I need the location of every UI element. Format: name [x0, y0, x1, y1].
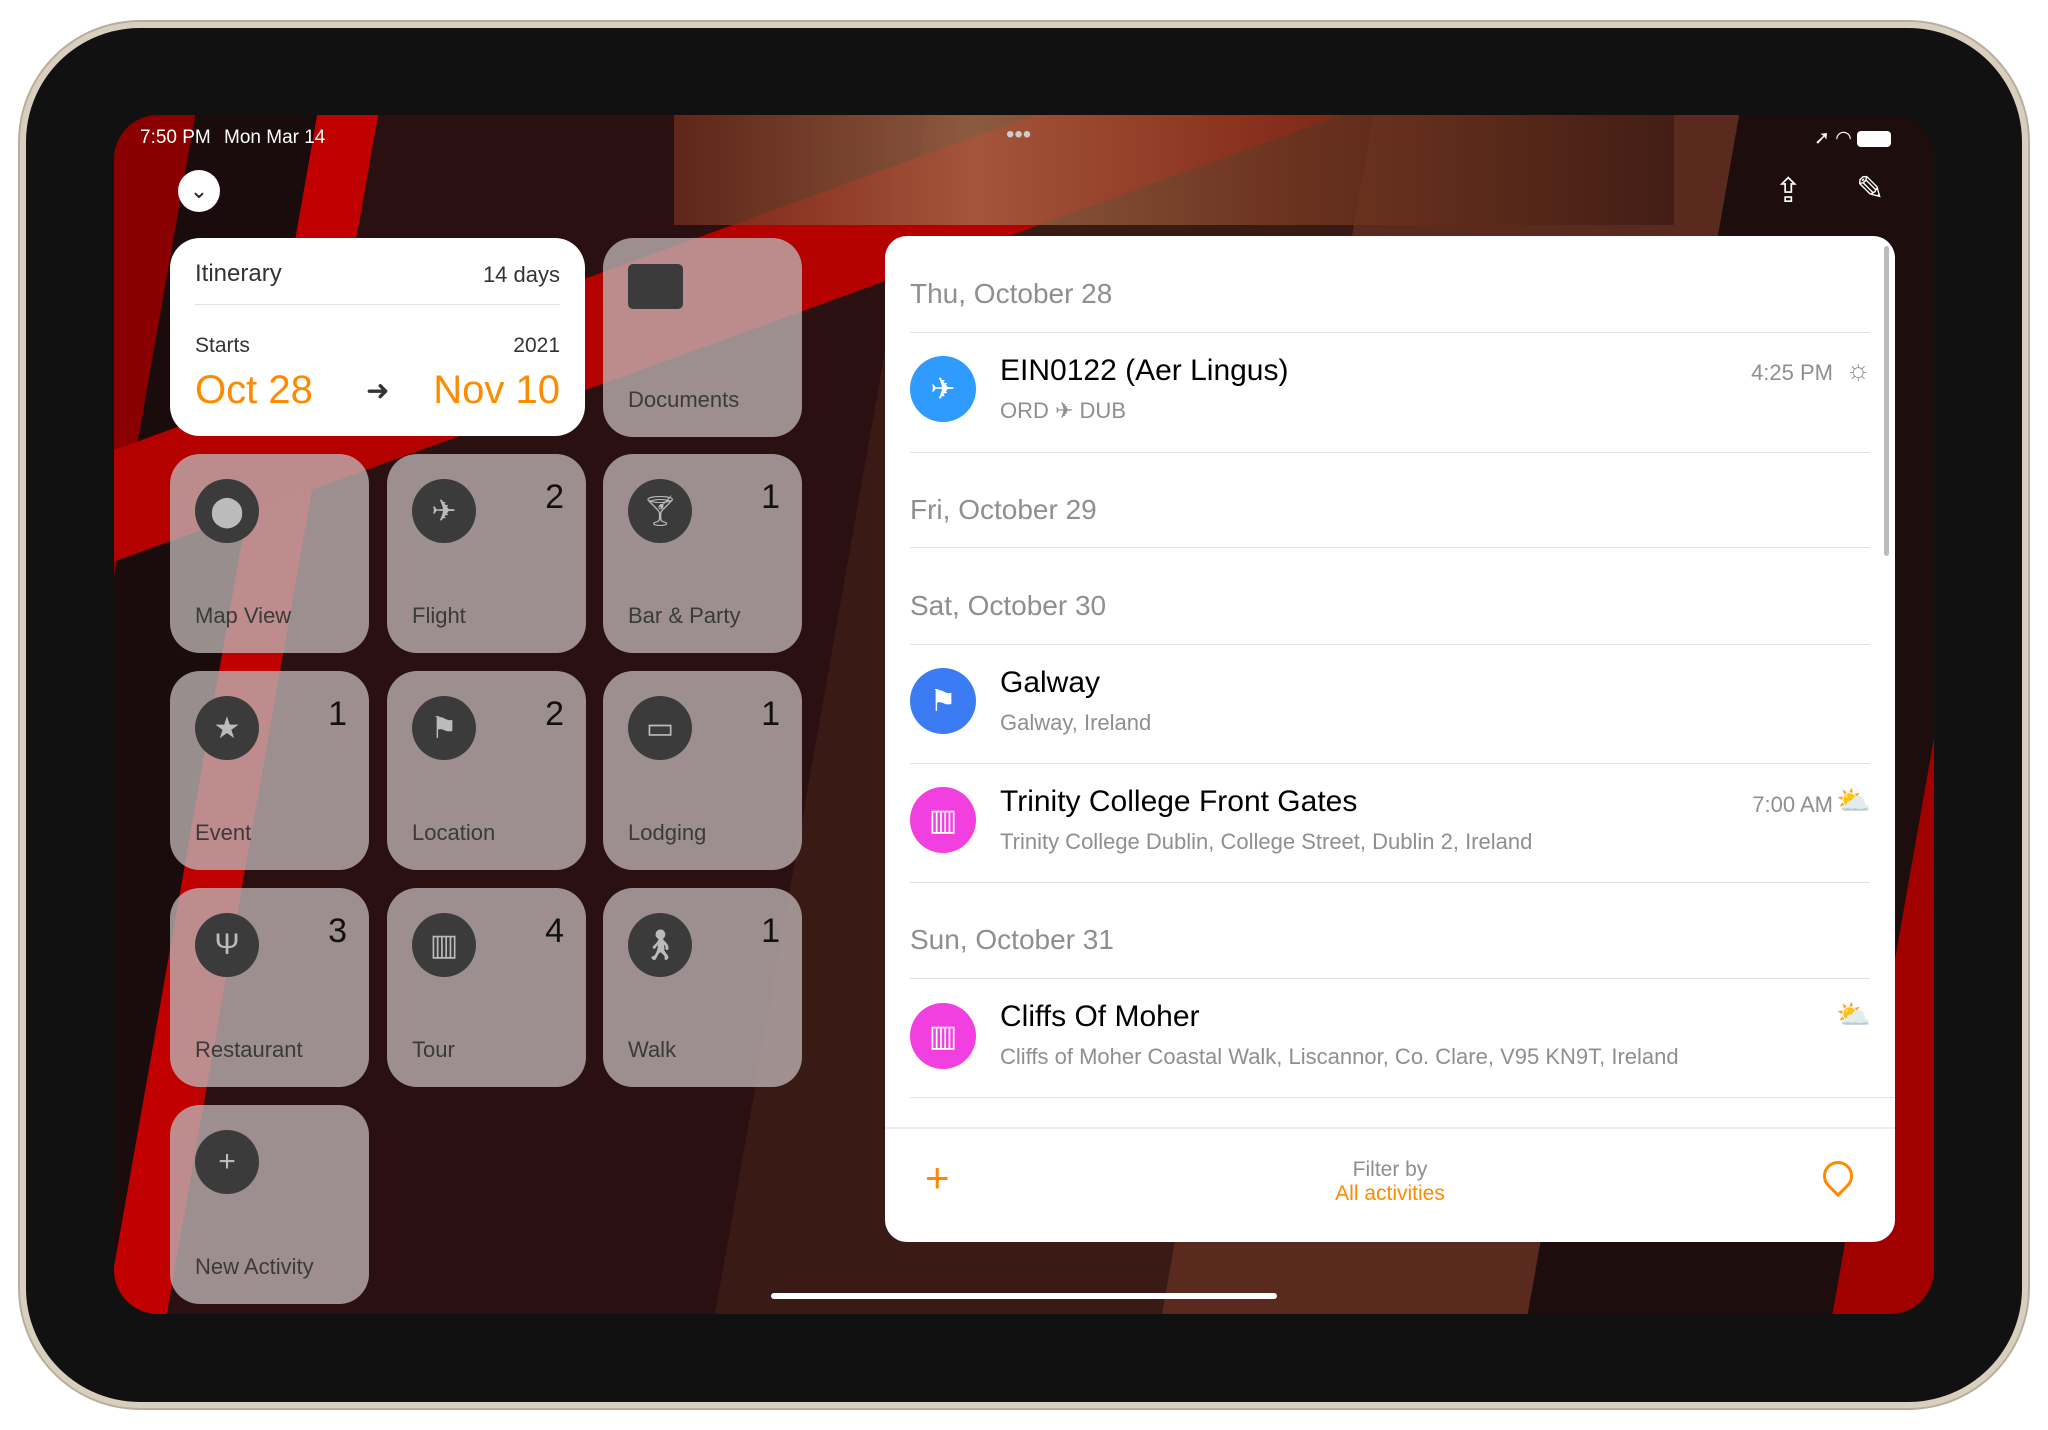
- tile-count: 2: [545, 478, 564, 516]
- arrow-right-icon: ➜: [366, 375, 390, 406]
- event-time: 7:00 AM: [1752, 792, 1833, 817]
- event-subtitle: Cliffs of Moher Coastal Walk, Liscannor,…: [1000, 1044, 1679, 1069]
- tile-count: 3: [328, 912, 347, 950]
- tile-label: Map View: [195, 603, 292, 628]
- filter-label: Filter by: [1352, 1158, 1428, 1181]
- status-icons: ➚ ◠: [1814, 127, 1892, 150]
- event-time: 4:25 PM: [1751, 360, 1833, 385]
- documents-tile[interactable]: Documents: [603, 238, 802, 437]
- tile-label: Location: [412, 820, 496, 845]
- map-icon: ▥: [910, 1003, 976, 1069]
- event-subtitle: ORD ✈ DUB: [1000, 398, 1126, 423]
- sunrise-icon: ⛅: [1836, 785, 1871, 816]
- status-date: Mon Mar 14: [224, 127, 326, 148]
- divider: [910, 882, 1870, 883]
- divider: [910, 1097, 1895, 1098]
- ticket-icon: ★: [195, 696, 259, 760]
- tile-label: Documents: [628, 387, 740, 412]
- tile-lodging[interactable]: ▭ 1 Lodging: [603, 671, 802, 870]
- filter-value: All activities: [1335, 1182, 1445, 1205]
- tile-label: Bar & Party: [628, 603, 741, 628]
- sun-icon: ☼: [1845, 354, 1871, 385]
- event-subtitle: Trinity College Dublin, College Street, …: [1000, 829, 1533, 854]
- plus-icon: +: [195, 1130, 259, 1194]
- day-header: Sat, October 30: [910, 590, 1107, 621]
- scrollbar[interactable]: [1884, 246, 1889, 556]
- tile-restaurant[interactable]: Ψ 3 Restaurant: [170, 888, 369, 1087]
- divider: [910, 332, 1870, 333]
- map-icon: ▥: [910, 787, 976, 853]
- tile-walk[interactable]: 🚶︎ 1 Walk: [603, 888, 802, 1087]
- map-pin-icon: ⬤: [195, 479, 259, 543]
- footer-divider: [885, 1127, 1895, 1129]
- divider: [910, 452, 1870, 453]
- battery-icon: [1857, 130, 1892, 147]
- divider: [910, 978, 1870, 979]
- event-title: Galway: [1000, 666, 1101, 699]
- day-header: Sun, October 31: [910, 924, 1114, 955]
- background-photo: [674, 115, 1674, 225]
- tile-map-view[interactable]: ⬤ Map View: [170, 454, 369, 653]
- flag-icon: ⚑: [412, 696, 476, 760]
- folder-icon: [628, 264, 683, 309]
- end-date: Nov 10: [433, 368, 560, 412]
- tile-count: 2: [545, 695, 564, 733]
- flag-icon: ⚑: [910, 668, 976, 734]
- tile-location[interactable]: ⚑ 2 Location: [387, 671, 586, 870]
- divider: [195, 304, 560, 305]
- divider: [910, 547, 1870, 548]
- start-year: 2021: [513, 334, 560, 357]
- fork-knife-icon: Ψ: [195, 913, 259, 977]
- starts-label: Starts: [195, 334, 250, 357]
- start-date: Oct 28: [195, 368, 313, 412]
- cocktail-icon: 🍸︎: [628, 479, 692, 543]
- tile-label: Lodging: [628, 820, 707, 845]
- tile-label: Walk: [628, 1037, 677, 1062]
- timeline-panel: Thu, October 28 ✈ EIN0122 (Aer Lingus) O…: [885, 236, 1895, 1242]
- event-title: EIN0122 (Aer Lingus): [1000, 354, 1289, 387]
- status-time: 7:50 PM: [140, 127, 211, 148]
- tile-count: 1: [761, 478, 780, 516]
- divider: [910, 763, 1870, 764]
- itinerary-title: Itinerary: [195, 260, 282, 287]
- home-indicator[interactable]: [771, 1293, 1277, 1299]
- chevron-down-icon[interactable]: ⌄: [178, 170, 220, 212]
- tile-count: 1: [761, 695, 780, 733]
- tile-new-activity[interactable]: + New Activity: [170, 1105, 369, 1304]
- tile-count: 1: [328, 695, 347, 733]
- itinerary-duration: 14 days: [482, 262, 560, 287]
- event-subtitle: Galway, Ireland: [1000, 710, 1152, 735]
- airplane-icon: ✈: [412, 479, 476, 543]
- tile-label: Flight: [412, 603, 466, 628]
- tile-count: 1: [761, 912, 780, 950]
- sunrise-icon: ⛅: [1836, 999, 1871, 1030]
- tile-label: Event: [195, 820, 252, 845]
- itinerary-card[interactable]: Itinerary 14 days Starts 2021 Oct 28 ➜ N…: [170, 238, 585, 436]
- filter-button[interactable]: Filter by All activities: [885, 1158, 1895, 1206]
- share-icon[interactable]: ⇪: [1774, 171, 1803, 211]
- bed-icon: ▭: [628, 696, 692, 760]
- tile-tour[interactable]: ▥ 4 Tour: [387, 888, 586, 1087]
- pencil-icon[interactable]: ✎: [1856, 169, 1885, 209]
- tile-label: New Activity: [195, 1254, 314, 1279]
- airplane-icon: ✈: [910, 356, 976, 422]
- day-header: Fri, October 29: [910, 494, 1097, 525]
- tile-flight[interactable]: ✈ 2 Flight: [387, 454, 586, 653]
- walk-icon: 🚶︎: [628, 913, 692, 977]
- tile-label: Restaurant: [195, 1037, 303, 1062]
- tile-count: 4: [545, 912, 564, 950]
- divider: [910, 644, 1870, 645]
- tile-bar-party[interactable]: 🍸︎ 1 Bar & Party: [603, 454, 802, 653]
- map-icon: ▥: [412, 913, 476, 977]
- tile-label: Tour: [412, 1037, 455, 1062]
- multitask-dots[interactable]: •••: [1006, 121, 1031, 149]
- event-title: Cliffs Of Moher: [1000, 1000, 1200, 1033]
- event-title: Trinity College Front Gates: [1000, 785, 1358, 818]
- tile-event[interactable]: ★ 1 Event: [170, 671, 369, 870]
- day-header: Thu, October 28: [910, 278, 1113, 309]
